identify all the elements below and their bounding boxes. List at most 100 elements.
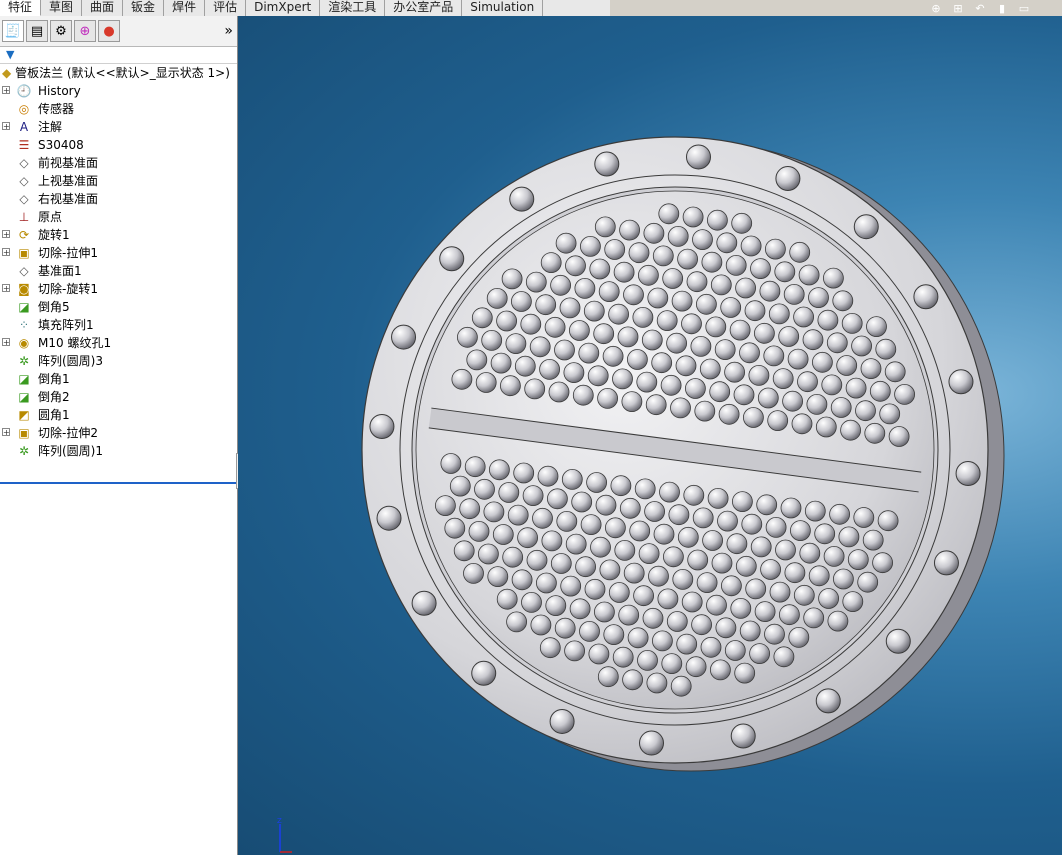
tube-hole xyxy=(486,287,508,309)
tube-hole xyxy=(597,387,619,409)
tube-hole xyxy=(507,504,529,526)
tube-hole xyxy=(524,378,546,400)
previous-view-icon[interactable]: ↶ xyxy=(972,2,988,16)
tube-hole xyxy=(779,604,800,626)
tube-hole xyxy=(730,598,752,619)
tube-hole xyxy=(869,380,891,402)
tube-hole xyxy=(520,313,542,335)
rollback-bar[interactable] xyxy=(0,482,236,484)
tree-item[interactable]: + ◉ M10 螺纹孔1 xyxy=(0,334,237,352)
cut-extrude-icon: ▣ xyxy=(18,426,30,440)
tube-hole xyxy=(653,523,675,545)
tree-item[interactable]: ◩ 圆角1 xyxy=(0,406,237,424)
tube-hole xyxy=(767,410,789,432)
bolt-hole xyxy=(685,144,711,170)
tree-item[interactable]: ◇ 基准面1 xyxy=(0,262,237,280)
expand-toggle[interactable]: + xyxy=(2,230,10,239)
tree-item[interactable]: ◪ 倒角1 xyxy=(0,370,237,388)
property-manager-tab[interactable]: ▤ xyxy=(26,20,48,42)
section-view-icon[interactable]: ▮ xyxy=(994,2,1010,16)
tree-item[interactable]: ☰ S30408 xyxy=(0,136,237,154)
command-tab-8[interactable]: 办公室产品 xyxy=(385,0,463,16)
expand-toggle[interactable]: + xyxy=(2,122,10,131)
command-tab-7[interactable]: 渲染工具 xyxy=(320,0,386,16)
tree-item[interactable]: ◇ 前视基准面 xyxy=(0,154,237,172)
command-tab-5[interactable]: 评估 xyxy=(205,0,247,16)
tree-item[interactable]: + ▣ 切除-拉伸1 xyxy=(0,244,237,262)
view-orientation-icon[interactable]: ▭ xyxy=(1016,2,1032,16)
tree-filter-row[interactable]: ▼ xyxy=(0,47,237,64)
tree-item[interactable]: + ▣ 切除-拉伸2 xyxy=(0,424,237,442)
tree-item[interactable]: + ⟳ 旋转1 xyxy=(0,226,237,244)
tube-hole xyxy=(456,326,478,348)
tube-hole xyxy=(621,391,643,413)
command-tab-4[interactable]: 焊件 xyxy=(164,0,206,16)
tree-item[interactable]: ◇ 右视基准面 xyxy=(0,190,237,208)
tube-hole xyxy=(544,316,566,338)
tube-hole xyxy=(662,546,684,568)
filter-icon[interactable]: ▼ xyxy=(6,48,14,61)
tree-item[interactable]: + ◙ 切除-旋转1 xyxy=(0,280,237,298)
tree-item[interactable]: ⊥ 原点 xyxy=(0,208,237,226)
tube-hole xyxy=(517,527,539,549)
tree-item[interactable]: ◎ 传感器 xyxy=(0,100,237,118)
bolt-hole xyxy=(471,660,497,686)
tube-hole xyxy=(681,591,703,613)
tube-hole xyxy=(787,348,809,370)
tube-hole xyxy=(578,342,600,364)
tree-item-label: 传感器 xyxy=(38,102,75,116)
tube-hole xyxy=(857,571,879,593)
tree-item[interactable]: + A 注解 xyxy=(0,118,237,136)
tube-hole xyxy=(772,368,794,390)
command-tab-1[interactable]: 草图 xyxy=(41,0,83,16)
command-tab-0[interactable]: 特征 xyxy=(0,0,42,16)
tube-hole xyxy=(750,536,772,558)
tube-hole xyxy=(612,368,633,390)
tube-hole xyxy=(705,316,727,338)
tube-hole xyxy=(623,562,645,584)
tree-item[interactable]: ✲ 阵列(圆周)1 xyxy=(0,442,237,460)
command-tab-2[interactable]: 曲面 xyxy=(82,0,124,16)
expand-toggle[interactable]: + xyxy=(2,86,10,95)
tube-hole xyxy=(686,271,708,293)
graphics-viewport[interactable]: Z xyxy=(238,16,1062,855)
display-manager-tab[interactable]: ● xyxy=(98,20,120,42)
expand-toggle[interactable]: + xyxy=(2,284,10,293)
tube-hole xyxy=(564,640,586,662)
tree-item-label: 右视基准面 xyxy=(38,192,99,206)
tree-item[interactable]: + 🕘 History xyxy=(0,82,237,100)
zoom-to-fit-icon[interactable]: ⊕ xyxy=(928,2,944,16)
command-tab-3[interactable]: 钣金 xyxy=(123,0,165,16)
expand-toggle[interactable]: + xyxy=(2,338,10,347)
tube-hole xyxy=(579,235,601,257)
bolt-hole xyxy=(391,324,417,350)
tree-item[interactable]: ⁘ 填充阵列1 xyxy=(0,316,237,334)
tree-item[interactable]: ◇ 上视基准面 xyxy=(0,172,237,190)
tree-item[interactable]: ✲ 阵列(圆周)3 xyxy=(0,352,237,370)
tree-item-label: 切除-拉伸2 xyxy=(38,426,98,440)
configuration-manager-tab[interactable]: ⚙ xyxy=(50,20,72,42)
tree-root-part[interactable]: ◆ 管板法兰 (默认<<默认>_显示状态 1>) xyxy=(0,64,237,82)
tube-hole xyxy=(599,559,621,581)
tube-sheet-flange-model[interactable] xyxy=(238,16,1062,855)
panel-more-button[interactable]: » xyxy=(224,23,233,39)
zoom-area-icon[interactable]: ⊞ xyxy=(950,2,966,16)
tube-hole xyxy=(632,306,654,328)
tree-item-label: 前视基准面 xyxy=(38,156,99,170)
tree-item[interactable]: ◪ 倒角2 xyxy=(0,388,237,406)
tree-item-label: 圆角1 xyxy=(38,408,70,422)
tube-hole xyxy=(716,232,738,254)
tube-hole xyxy=(872,552,893,574)
expand-toggle[interactable]: + xyxy=(2,428,10,437)
tube-hole xyxy=(711,552,733,574)
tube-hole xyxy=(622,669,644,691)
command-tab-6[interactable]: DimXpert xyxy=(246,0,321,16)
tube-hole xyxy=(821,374,843,396)
expand-toggle[interactable]: + xyxy=(2,248,10,257)
command-tab-9[interactable]: Simulation xyxy=(462,0,544,16)
plane-icon: ◇ xyxy=(19,174,29,188)
feature-manager-tab[interactable]: 🧾 xyxy=(2,20,24,42)
tube-hole xyxy=(575,556,597,578)
tree-item[interactable]: ◪ 倒角5 xyxy=(0,298,237,316)
dimxpert-manager-tab[interactable]: ⊕ xyxy=(74,20,96,42)
